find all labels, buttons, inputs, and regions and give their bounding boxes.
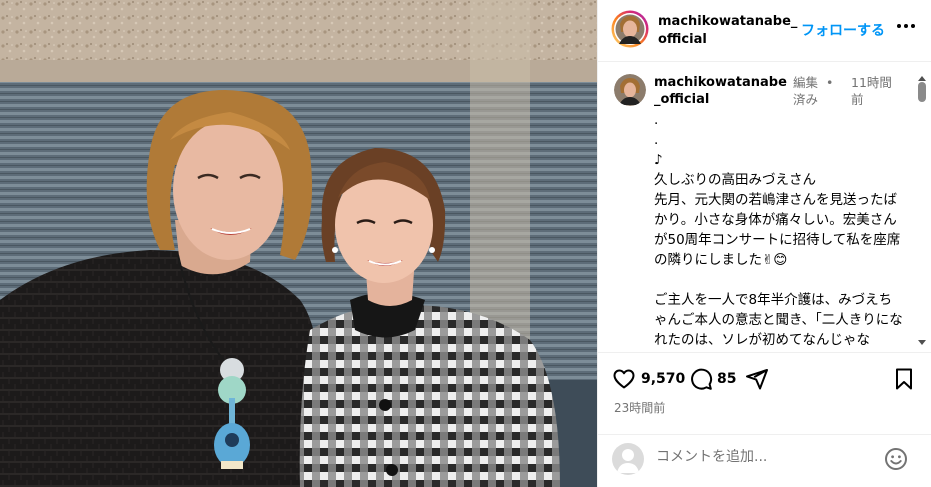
separator-dot: • bbox=[826, 75, 834, 90]
emoji-smiley-icon[interactable] bbox=[884, 447, 908, 471]
comment-bubble-icon[interactable] bbox=[689, 367, 713, 391]
caption-username[interactable]: machikowatanabe_official bbox=[654, 74, 790, 108]
current-user-avatar bbox=[612, 443, 644, 475]
scroll-up-arrow-icon[interactable] bbox=[918, 76, 926, 81]
author-avatar[interactable] bbox=[611, 10, 649, 48]
comment-input[interactable] bbox=[656, 449, 866, 465]
post-actions: 9,570 85 23時間前 bbox=[598, 352, 931, 434]
photo-illustration bbox=[0, 0, 597, 487]
instagram-post-view: machikowatanabe_official フォローする machikow… bbox=[0, 0, 931, 487]
scroll-thumb[interactable] bbox=[918, 82, 926, 102]
post-photo[interactable] bbox=[0, 0, 597, 487]
caption-scroll-area[interactable]: machikowatanabe_official 編集済み • 11時間前 . … bbox=[598, 62, 931, 352]
scroll-down-arrow-icon[interactable] bbox=[918, 340, 926, 345]
more-horizontal-icon[interactable] bbox=[894, 14, 918, 38]
edited-label: 編集済み bbox=[793, 75, 819, 107]
caption-scrollbar[interactable] bbox=[916, 76, 928, 348]
post-header: machikowatanabe_official フォローする bbox=[598, 0, 931, 62]
comment-count[interactable]: 85 bbox=[717, 371, 736, 387]
caption-timestamp[interactable]: 11時間前 bbox=[851, 74, 901, 108]
caption-text: . . ♪ 久しぶりの高田みづえさん 先月、元大関の若嶋津さんを見送ったばかり。… bbox=[654, 112, 903, 348]
post-age[interactable]: 23時間前 bbox=[614, 399, 665, 416]
author-username[interactable]: machikowatanabe_official bbox=[658, 13, 803, 49]
post-side-panel: machikowatanabe_official フォローする machikow… bbox=[597, 0, 931, 487]
share-paper-plane-icon[interactable] bbox=[745, 367, 769, 391]
like-count[interactable]: 9,570 bbox=[641, 371, 685, 387]
bookmark-icon[interactable] bbox=[892, 367, 916, 391]
comment-bar bbox=[598, 434, 931, 487]
heart-icon[interactable] bbox=[612, 367, 636, 391]
follow-button[interactable]: フォローする bbox=[801, 20, 885, 40]
default-user-icon bbox=[617, 449, 639, 473]
caption-author-avatar[interactable] bbox=[614, 74, 646, 106]
